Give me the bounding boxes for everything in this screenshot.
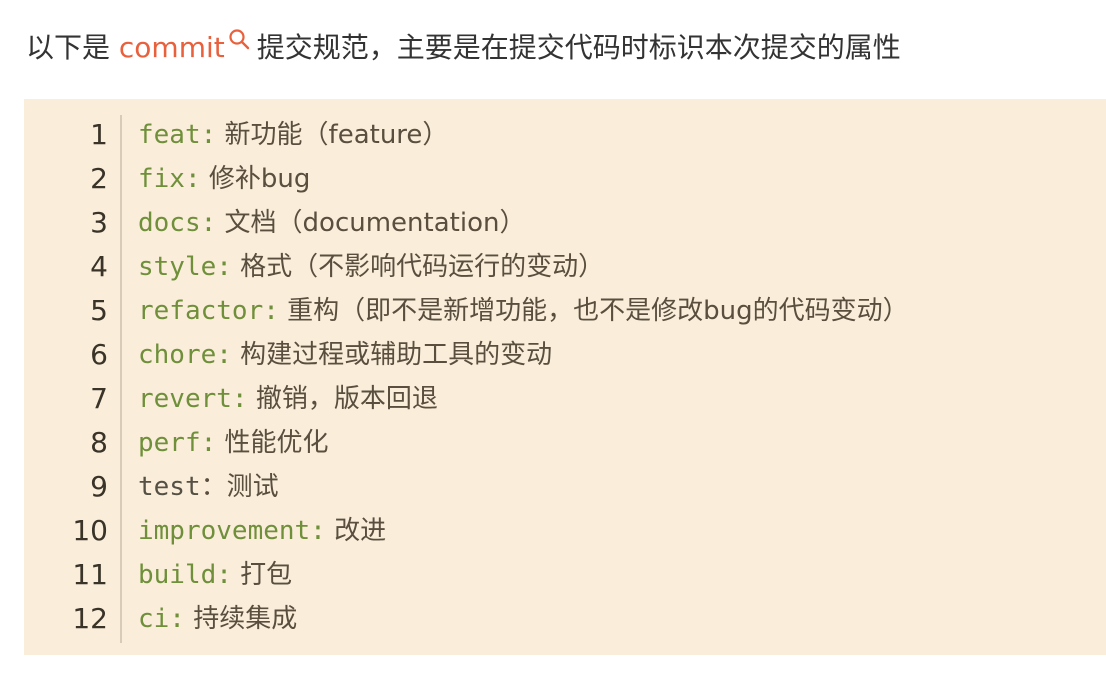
commit-type: perf: <box>138 428 217 458</box>
commit-type-description: 新功能（feature） <box>216 120 449 150</box>
commit-type: fix: <box>138 164 201 194</box>
commit-type: improvement: <box>138 516 326 546</box>
commit-type: style: <box>138 252 232 282</box>
code-line: build: 打包 <box>138 553 909 597</box>
commit-type-description: 重构（即不是新增功能，也不是修改bug的代码变动） <box>278 296 909 326</box>
commit-type-description: 格式（不影响代码运行的变动） <box>231 252 605 282</box>
code-line: docs: 文档（documentation） <box>138 201 909 245</box>
commit-type-description: 撤销，版本回退 <box>247 384 438 414</box>
line-number: 9 <box>90 470 108 503</box>
line-number: 1 <box>90 118 108 151</box>
line-number: 11 <box>72 558 108 591</box>
code-line: style: 格式（不影响代码运行的变动） <box>138 245 909 289</box>
code-line: fix: 修补bug <box>138 157 909 201</box>
code-line: ci: 持续集成 <box>138 597 909 641</box>
commit-type: ci: <box>138 604 185 634</box>
code-line: perf: 性能优化 <box>138 421 909 465</box>
code-line: chore: 构建过程或辅助工具的变动 <box>138 333 909 377</box>
line-number: 6 <box>90 338 108 371</box>
line-number-gutter: 1 2 3 4 5 6 7 8 9 10 11 12 <box>24 113 108 641</box>
commit-type: docs: <box>138 208 217 238</box>
code-line: test：测试 <box>138 465 909 509</box>
commit-type-description: 文档（documentation） <box>216 208 526 238</box>
commit-type-description: 改进 <box>325 516 387 546</box>
intro-suffix: 提交规范，主要是在提交代码时标识本次提交的属性 <box>256 31 901 64</box>
gutter-divider <box>120 115 122 643</box>
commit-link[interactable]: commit <box>119 31 225 64</box>
line-number: 2 <box>90 162 108 195</box>
commit-type-description: 持续集成 <box>184 604 298 634</box>
line-number: 10 <box>72 514 108 547</box>
intro-prefix: 以下是 <box>26 31 119 64</box>
commit-type: chore: <box>138 340 232 370</box>
code-line: revert: 撤销，版本回退 <box>138 377 909 421</box>
line-number: 4 <box>90 250 108 283</box>
code-line: feat: 新功能（feature） <box>138 113 909 157</box>
code-block: 1 2 3 4 5 6 7 8 9 10 11 12 feat: 新功能（fea… <box>24 99 1106 655</box>
commit-type-description: 构建过程或辅助工具的变动 <box>231 340 553 370</box>
commit-type: build: <box>138 560 232 590</box>
commit-type: test <box>138 472 201 502</box>
commit-type-description: 修补bug <box>200 164 311 194</box>
commit-type: revert: <box>138 384 248 414</box>
line-number: 8 <box>90 426 108 459</box>
line-number: 3 <box>90 206 108 239</box>
search-icon[interactable] <box>227 18 251 50</box>
line-number: 5 <box>90 294 108 327</box>
line-number: 7 <box>90 382 108 415</box>
intro-paragraph: 以下是 commit 提交规范，主要是在提交代码时标识本次提交的属性 <box>26 18 901 66</box>
commit-type: refactor: <box>138 296 279 326</box>
code-lines: feat: 新功能（feature） fix: 修补bug docs: 文档（d… <box>138 113 909 641</box>
line-number: 12 <box>72 602 108 635</box>
commit-type-description: 打包 <box>231 560 293 590</box>
commit-type-description: ：测试 <box>200 472 279 502</box>
commit-type-description: 性能优化 <box>216 428 329 458</box>
code-line: refactor: 重构（即不是新增功能，也不是修改bug的代码变动） <box>138 289 909 333</box>
commit-type: feat: <box>138 120 217 150</box>
code-line: improvement: 改进 <box>138 509 909 553</box>
